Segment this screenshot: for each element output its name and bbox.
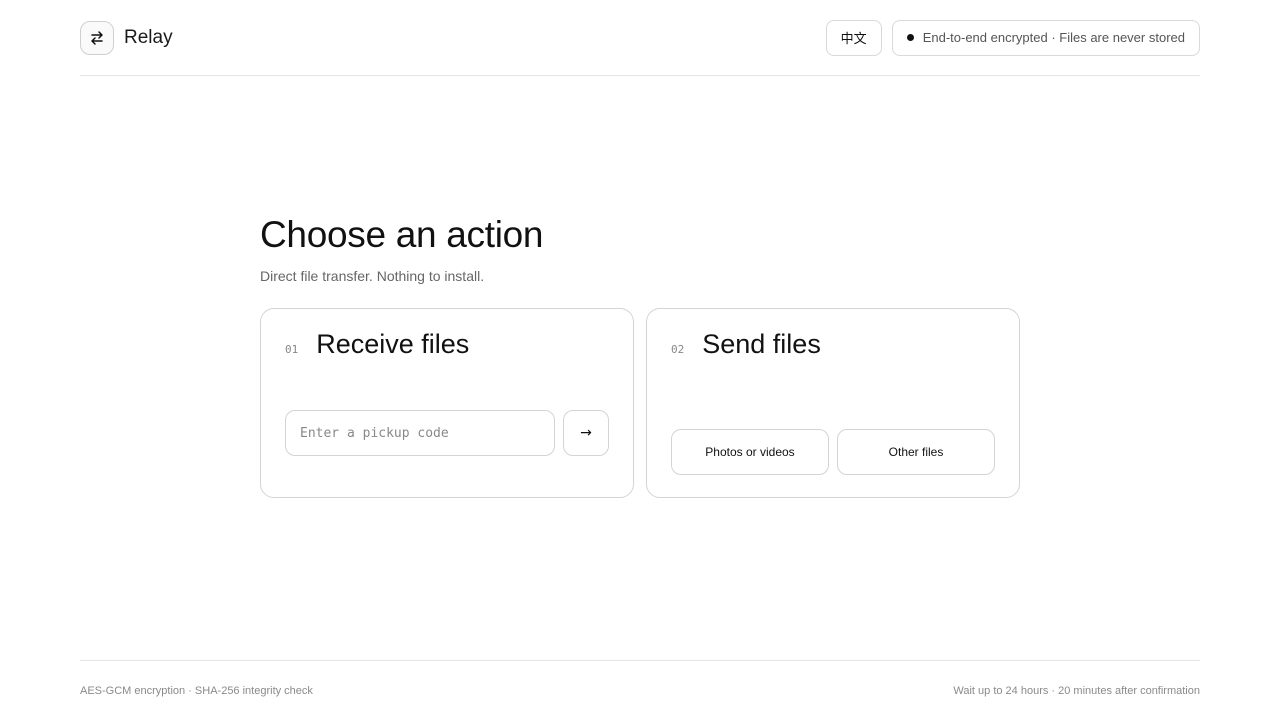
brand-name: Relay	[124, 26, 173, 48]
main-content: Choose an action Direct file transfer. N…	[260, 214, 1020, 498]
top-bar: Relay 中文 End-to-end encrypted · Files ar…	[80, 0, 1200, 76]
pickup-code-form: →	[285, 410, 609, 456]
footer-wait-info: Wait up to 24 hours · 20 minutes after c…	[953, 684, 1200, 697]
submit-pickup-code-button[interactable]: →	[563, 410, 609, 456]
send-card-number: 02	[671, 343, 685, 356]
arrow-right-icon: →	[580, 425, 592, 441]
status-dot-icon	[906, 34, 914, 41]
receive-card-title: Receive files	[316, 329, 470, 359]
footer: AES-GCM encryption · SHA-256 integrity c…	[80, 660, 1200, 720]
encryption-status-text: End-to-end encrypted · Files are never s…	[922, 30, 1185, 45]
receive-files-card: 01 Receive files →	[260, 308, 634, 498]
page-subtitle: Direct file transfer. Nothing to install…	[260, 268, 485, 284]
send-photos-videos-button[interactable]: Photos or videos	[671, 429, 829, 475]
receive-card-number: 01	[285, 343, 299, 356]
page-title: Choose an action	[260, 214, 544, 255]
encryption-status-badge: End-to-end encrypted · Files are never s…	[891, 19, 1200, 56]
pickup-code-input[interactable]	[285, 410, 555, 456]
footer-encryption-info: AES-GCM encryption · SHA-256 integrity c…	[80, 684, 313, 697]
send-card-title: Send files	[702, 329, 821, 359]
send-other-files-button[interactable]: Other files	[837, 429, 995, 475]
language-toggle-button[interactable]: 中文	[825, 19, 882, 56]
send-card-header: 02 Send files	[671, 329, 821, 360]
action-cards: 01 Receive files → 02 Send files Photos …	[260, 308, 1020, 498]
swap-arrows-icon	[80, 20, 114, 55]
brand[interactable]: Relay	[80, 20, 173, 55]
receive-card-header: 01 Receive files	[285, 329, 469, 360]
page: Relay 中文 End-to-end encrypted · Files ar…	[0, 0, 1280, 720]
header-actions: 中文 End-to-end encrypted · Files are neve…	[825, 19, 1200, 56]
send-options: Photos or videos Other files	[671, 429, 995, 475]
send-files-card: 02 Send files Photos or videos Other fil…	[646, 308, 1020, 498]
